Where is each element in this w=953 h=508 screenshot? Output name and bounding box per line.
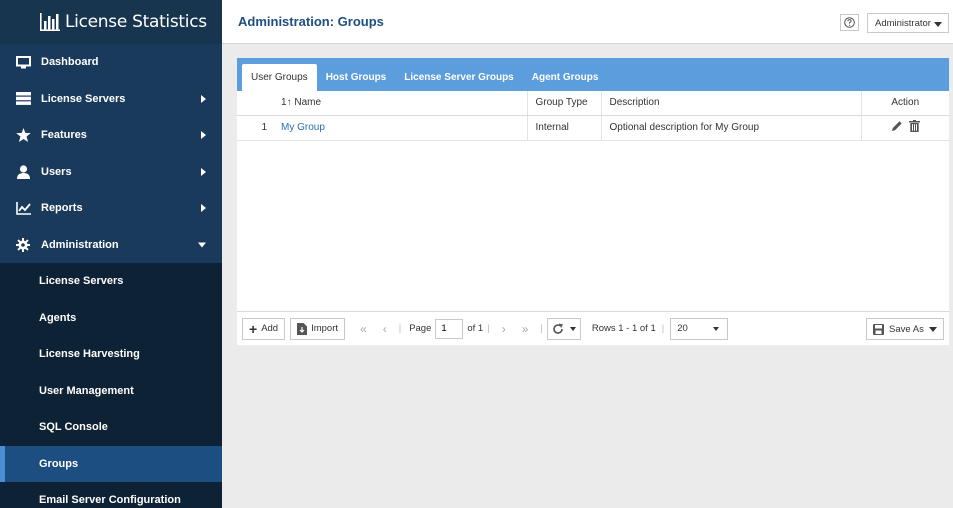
- grid-toolbar: + Add Import « ‹ | Page of 1 | › » | Row…: [237, 311, 949, 345]
- top-header: Administration: Groups Administrator: [222, 0, 953, 44]
- separator: |: [487, 323, 490, 334]
- group-name-link[interactable]: My Group: [281, 122, 325, 133]
- add-button-label: Add: [261, 323, 279, 334]
- sidebar: License Statistics Dashboard License Ser…: [0, 0, 222, 508]
- chart-icon: [15, 201, 31, 215]
- monitor-icon: [15, 55, 31, 69]
- name-header-label: Name: [294, 97, 322, 109]
- submenu-item-sql-console[interactable]: SQL Console: [0, 409, 222, 446]
- edit-pencil-icon[interactable]: [891, 120, 903, 132]
- caret-down-icon: [713, 326, 720, 331]
- star-icon: [15, 128, 31, 143]
- chevron-right-icon: [201, 167, 206, 176]
- refresh-button[interactable]: [546, 317, 581, 340]
- submenu-item-license-harvesting[interactable]: License Harvesting: [0, 336, 222, 373]
- next-page-icon[interactable]: ›: [502, 322, 506, 336]
- group-type-column-header[interactable]: Group Type: [527, 91, 602, 116]
- row-number-header: [237, 91, 273, 116]
- first-page-icon[interactable]: «: [360, 322, 367, 336]
- page-size-select[interactable]: 20: [670, 317, 729, 340]
- plus-icon: +: [249, 320, 258, 337]
- description-cell: Optional description for My Group: [601, 115, 862, 141]
- submenu-item-agents[interactable]: Agents: [0, 300, 222, 337]
- sidebar-item-label: Users: [41, 165, 72, 178]
- user-icon: [15, 165, 31, 179]
- server-icon: [15, 92, 31, 106]
- chevron-down-icon: [198, 242, 206, 248]
- tab-license-server-groups[interactable]: License Server Groups: [395, 64, 523, 91]
- submenu-item-email-server-configuration[interactable]: Email Server Configuration: [0, 482, 222, 508]
- page-size-value: 20: [677, 323, 688, 334]
- bar-chart-logo-icon: [40, 13, 60, 31]
- save-as-button[interactable]: Save As: [866, 318, 944, 340]
- groups-table: 1↑ Name Group Type Description Action 1 …: [237, 91, 949, 141]
- tab-agent-groups[interactable]: Agent Groups: [523, 64, 608, 91]
- user-menu-button[interactable]: Administrator: [867, 13, 949, 33]
- sidebar-item-label: Reports: [41, 202, 83, 215]
- chevron-right-icon: [201, 204, 206, 213]
- sidebar-item-features[interactable]: Features: [0, 117, 222, 154]
- help-button[interactable]: [840, 14, 859, 31]
- table-row[interactable]: 1 My Group Internal Optional description…: [237, 115, 949, 141]
- sidebar-item-label: Administration: [41, 238, 119, 251]
- groups-panel: User Groups Host Groups License Server G…: [237, 58, 949, 345]
- add-button[interactable]: + Add: [242, 317, 286, 340]
- submenu-item-user-management[interactable]: User Management: [0, 373, 222, 410]
- action-cell: [861, 115, 949, 141]
- rows-info: Rows 1 - 1 of 1: [591, 323, 656, 334]
- name-column-header[interactable]: 1↑ Name: [273, 91, 528, 116]
- sidebar-item-label: Features: [41, 129, 87, 142]
- page-title: Administration: Groups: [238, 14, 384, 29]
- import-file-icon: [297, 322, 308, 335]
- page-label: Page: [409, 323, 432, 334]
- brand[interactable]: License Statistics: [0, 0, 222, 44]
- sidebar-item-dashboard[interactable]: Dashboard: [0, 44, 222, 81]
- save-disk-icon: [873, 323, 884, 335]
- sidebar-item-administration[interactable]: Administration: [0, 227, 222, 264]
- tab-host-groups[interactable]: Host Groups: [317, 64, 396, 91]
- save-as-label: Save As: [889, 323, 924, 335]
- action-column-header: Action: [861, 91, 949, 116]
- chevron-right-icon: [201, 131, 206, 140]
- help-icon: [844, 17, 855, 28]
- caret-down-icon: [934, 22, 942, 27]
- gear-icon: [15, 237, 31, 252]
- sidebar-item-reports[interactable]: Reports: [0, 190, 222, 227]
- page-count-label: of 1: [467, 323, 484, 334]
- prev-page-icon[interactable]: ‹: [383, 322, 387, 336]
- sort-asc-icon: ↑: [286, 97, 292, 109]
- last-page-icon[interactable]: »: [522, 322, 529, 336]
- chevron-right-icon: [201, 94, 206, 103]
- tab-user-groups[interactable]: User Groups: [242, 64, 317, 91]
- group-name-cell: My Group: [273, 115, 528, 141]
- page-number-input[interactable]: [435, 318, 464, 339]
- row-number: 1: [237, 115, 273, 141]
- sidebar-item-license-servers[interactable]: License Servers: [0, 81, 222, 118]
- administration-submenu: License Servers Agents License Harvestin…: [0, 263, 222, 508]
- separator: |: [398, 323, 402, 334]
- caret-down-icon: [569, 326, 576, 331]
- table-header-row: 1↑ Name Group Type Description Action: [237, 91, 949, 116]
- description-column-header[interactable]: Description: [601, 91, 862, 116]
- submenu-item-license-servers[interactable]: License Servers: [0, 263, 222, 300]
- brand-name: License Statistics: [65, 12, 207, 32]
- group-type-cell: Internal: [527, 115, 602, 141]
- sidebar-item-label: Dashboard: [41, 56, 99, 69]
- separator: |: [540, 323, 543, 334]
- delete-trash-icon[interactable]: [908, 120, 920, 132]
- refresh-icon: [553, 323, 563, 334]
- import-button[interactable]: Import: [290, 317, 346, 340]
- sidebar-item-label: License Servers: [41, 92, 126, 105]
- group-tabs: User Groups Host Groups License Server G…: [237, 58, 949, 91]
- submenu-item-groups[interactable]: Groups: [0, 445, 222, 482]
- caret-down-icon: [929, 327, 937, 332]
- separator: |: [661, 323, 665, 334]
- user-menu-label: Administrator: [875, 17, 931, 29]
- sidebar-item-users[interactable]: Users: [0, 154, 222, 191]
- import-button-label: Import: [311, 323, 339, 334]
